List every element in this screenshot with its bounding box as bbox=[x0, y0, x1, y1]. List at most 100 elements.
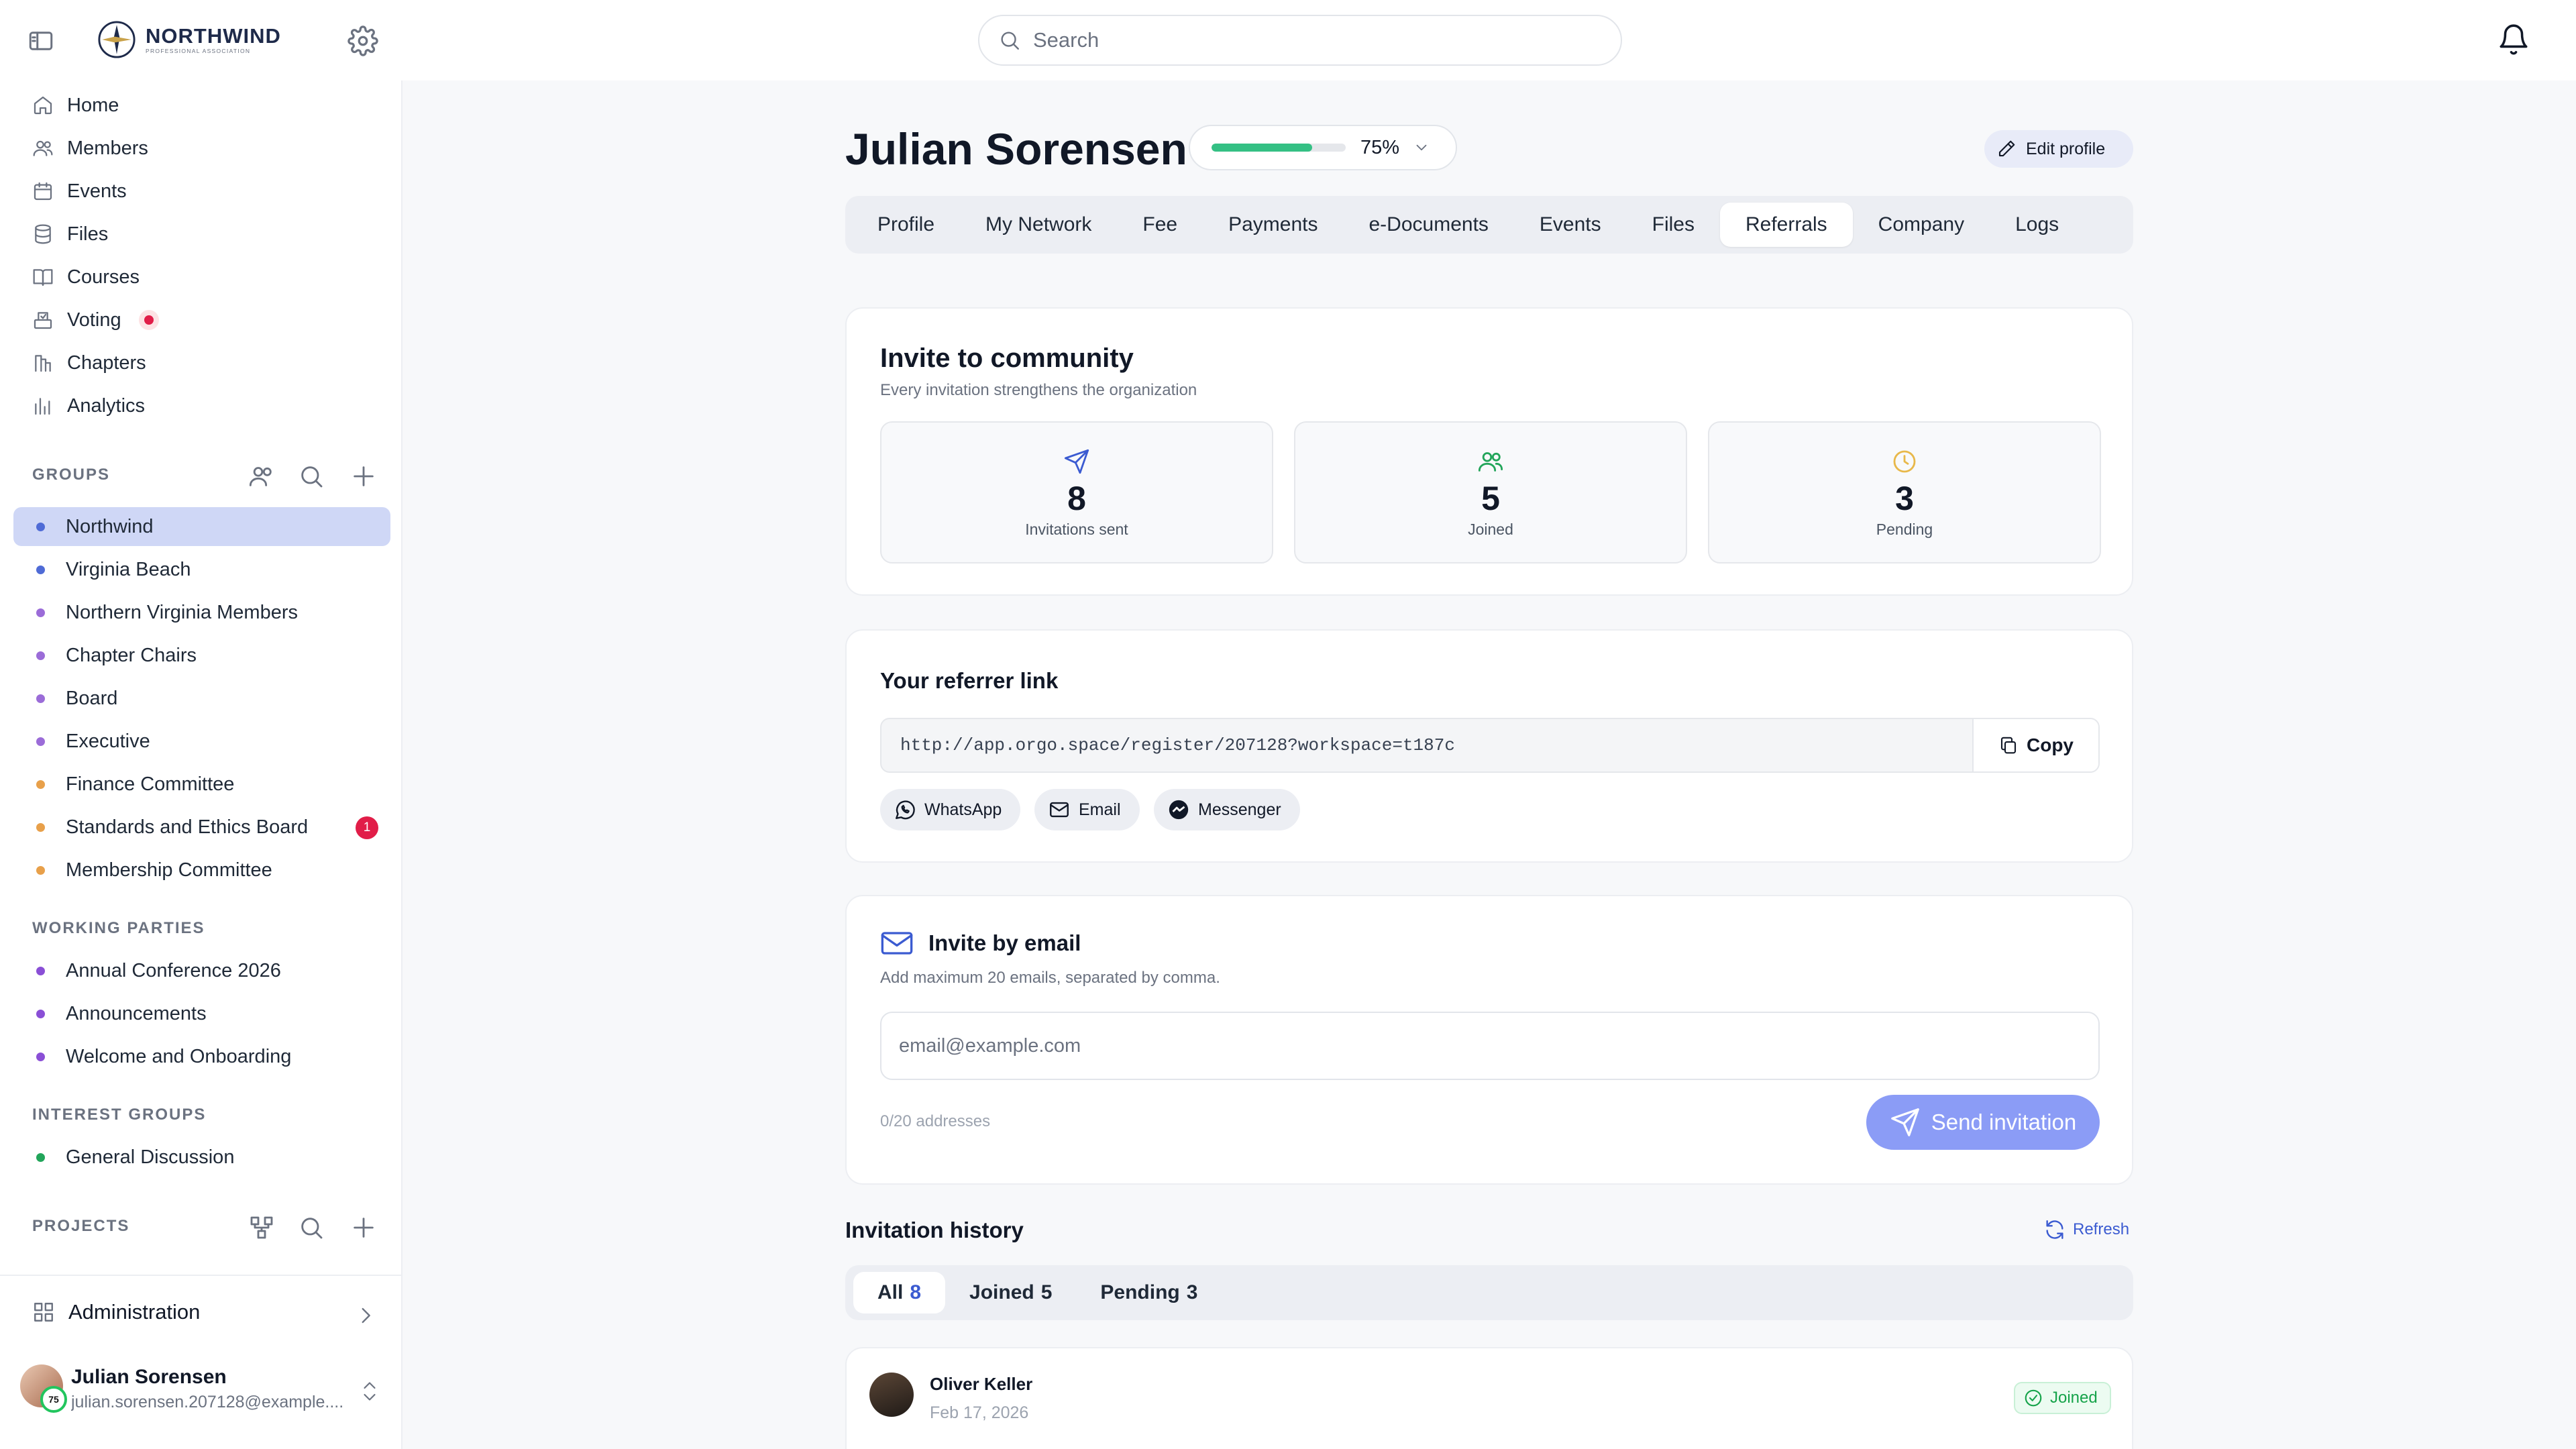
group-northwind[interactable]: Northwind bbox=[13, 507, 390, 546]
add-project-plus-icon[interactable] bbox=[350, 1214, 377, 1241]
filter-label: All bbox=[877, 1281, 904, 1303]
status-label: Joined bbox=[2050, 1389, 2098, 1407]
section-interest-groups: INTEREST GROUPS bbox=[32, 1106, 207, 1124]
nav-chapters[interactable]: Chapters bbox=[32, 346, 146, 380]
group-dot bbox=[36, 866, 45, 875]
add-group-plus-icon[interactable] bbox=[350, 463, 377, 490]
edit-profile-label: Edit profile bbox=[2026, 139, 2106, 158]
group-search-icon[interactable] bbox=[298, 463, 325, 490]
referrer-link-field[interactable]: http://app.orgo.space/register/207128?wo… bbox=[880, 718, 2100, 773]
user-level-badge: 75 bbox=[40, 1386, 67, 1413]
nav-files[interactable]: Files bbox=[32, 217, 108, 251]
tab-profile[interactable]: Profile bbox=[852, 203, 960, 247]
profile-completion-dropdown[interactable]: 75% bbox=[1189, 125, 1457, 170]
copy-button[interactable]: Copy bbox=[1972, 719, 2098, 771]
group-label: Board bbox=[66, 687, 118, 709]
send-invitation-button[interactable]: Send invitation bbox=[1866, 1095, 2100, 1150]
share-whatsapp-button[interactable]: WhatsApp bbox=[880, 789, 1021, 830]
referrer-link-card: Your referrer link http://app.orgo.space… bbox=[845, 629, 2133, 863]
grid-icon bbox=[34, 1303, 53, 1322]
tab-events[interactable]: Events bbox=[1514, 203, 1627, 247]
project-search-icon[interactable] bbox=[298, 1214, 325, 1241]
group-dot bbox=[36, 1153, 45, 1162]
project-tree-icon[interactable] bbox=[248, 1214, 275, 1241]
voting-alert-dot bbox=[138, 310, 159, 330]
filter-count: 5 bbox=[1040, 1281, 1053, 1303]
clock-icon bbox=[1893, 450, 1916, 473]
nav-analytics[interactable]: Analytics bbox=[32, 389, 145, 423]
tab-my-network[interactable]: My Network bbox=[960, 203, 1117, 247]
group-dot bbox=[36, 1010, 45, 1018]
nav-members[interactable]: Members bbox=[32, 131, 148, 165]
group-label: Chapter Chairs bbox=[66, 644, 197, 666]
share-email-button[interactable]: Email bbox=[1034, 789, 1140, 830]
working-welcome-and-onboarding[interactable]: Welcome and Onboarding bbox=[13, 1037, 390, 1076]
nav-voting[interactable]: Voting bbox=[32, 303, 159, 337]
group-chapter-chairs[interactable]: Chapter Chairs bbox=[13, 636, 390, 675]
analytics-icon bbox=[35, 398, 50, 415]
share-label: Messenger bbox=[1198, 800, 1281, 819]
filter-count: 3 bbox=[1186, 1281, 1198, 1303]
group-standards-and-ethics-board[interactable]: Standards and Ethics Board 1 bbox=[13, 808, 390, 847]
group-virginia-beach[interactable]: Virginia Beach bbox=[13, 550, 390, 589]
profile-tabs: Profile My Network Fee Payments e-Docume… bbox=[845, 196, 2133, 254]
tab-logs[interactable]: Logs bbox=[1990, 203, 2084, 247]
referrer-url[interactable]: http://app.orgo.space/register/207128?wo… bbox=[881, 735, 1972, 755]
group-board[interactable]: Board bbox=[13, 679, 390, 718]
filter-pending[interactable]: Pending 3 bbox=[1076, 1272, 1222, 1313]
share-messenger-button[interactable]: Messenger bbox=[1154, 789, 1300, 830]
search-input[interactable] bbox=[1033, 28, 1570, 52]
invite-community-card: Invite to community Every invitation str… bbox=[845, 307, 2133, 596]
group-members-icon[interactable] bbox=[248, 463, 275, 490]
stat-value: 3 bbox=[1895, 480, 1914, 517]
tab-referrals[interactable]: Referrals bbox=[1719, 203, 1853, 247]
notifications-bell-icon[interactable] bbox=[2497, 23, 2530, 56]
group-finance-committee[interactable]: Finance Committee bbox=[13, 765, 390, 804]
unread-badge: 1 bbox=[356, 816, 378, 839]
chevron-right-icon[interactable] bbox=[354, 1304, 377, 1327]
compass-logo-icon bbox=[98, 21, 136, 58]
group-label: Announcements bbox=[66, 1002, 207, 1024]
email-field[interactable] bbox=[880, 1012, 2100, 1080]
working-annual-conference-2026[interactable]: Annual Conference 2026 bbox=[13, 951, 390, 990]
working-announcements[interactable]: Announcements bbox=[13, 994, 390, 1033]
brand-logo[interactable]: NORTHWIND PROFESSIONAL ASSOCIATION bbox=[97, 20, 281, 59]
nav-label: Analytics bbox=[67, 394, 146, 417]
progress-percent: 75% bbox=[1360, 136, 1400, 158]
home-icon bbox=[34, 96, 52, 115]
group-dot bbox=[36, 566, 45, 574]
filter-all[interactable]: All 8 bbox=[853, 1272, 946, 1313]
files-icon bbox=[35, 224, 51, 244]
tab-e-documents[interactable]: e-Documents bbox=[1344, 203, 1514, 247]
filter-joined[interactable]: Joined 5 bbox=[945, 1272, 1076, 1313]
refresh-button[interactable]: Refresh bbox=[2043, 1218, 2129, 1241]
nav-events[interactable]: Events bbox=[32, 174, 127, 208]
edit-profile-button[interactable]: Edit profile bbox=[1984, 130, 2133, 168]
nav-home[interactable]: Home bbox=[32, 89, 119, 122]
global-search[interactable] bbox=[978, 15, 1622, 66]
book-icon bbox=[33, 269, 53, 286]
group-northern-virginia-members[interactable]: Northern Virginia Members bbox=[13, 593, 390, 632]
tab-fee[interactable]: Fee bbox=[1117, 203, 1203, 247]
refresh-icon bbox=[2046, 1220, 2063, 1239]
people-icon bbox=[1478, 452, 1503, 472]
sidebar-toggle-icon[interactable] bbox=[27, 27, 55, 55]
tab-payments[interactable]: Payments bbox=[1203, 203, 1343, 247]
group-dot bbox=[36, 780, 45, 789]
tab-company[interactable]: Company bbox=[1853, 203, 1990, 247]
settings-gear-icon[interactable] bbox=[347, 25, 378, 56]
list-item[interactable]: Oliver Keller Feb 17, 2026 Joined bbox=[845, 1347, 2133, 1449]
ballot-icon bbox=[34, 312, 52, 329]
tab-files[interactable]: Files bbox=[1627, 203, 1720, 247]
invite-email-hint: Add maximum 20 emails, separated by comm… bbox=[880, 969, 1220, 987]
administration-label: Administration bbox=[68, 1300, 201, 1324]
interest-general-discussion[interactable]: General Discussion bbox=[13, 1138, 390, 1177]
group-dot bbox=[36, 967, 45, 975]
group-dot bbox=[36, 523, 45, 531]
nav-courses[interactable]: Courses bbox=[32, 260, 140, 294]
group-membership-committee[interactable]: Membership Committee bbox=[13, 851, 390, 890]
user-menu[interactable]: 75 Julian Sorensen julian.sorensen.20712… bbox=[20, 1355, 382, 1415]
chevron-up-down-icon bbox=[364, 1382, 376, 1401]
group-executive[interactable]: Executive bbox=[13, 722, 390, 761]
administration-link[interactable]: Administration bbox=[32, 1300, 200, 1324]
